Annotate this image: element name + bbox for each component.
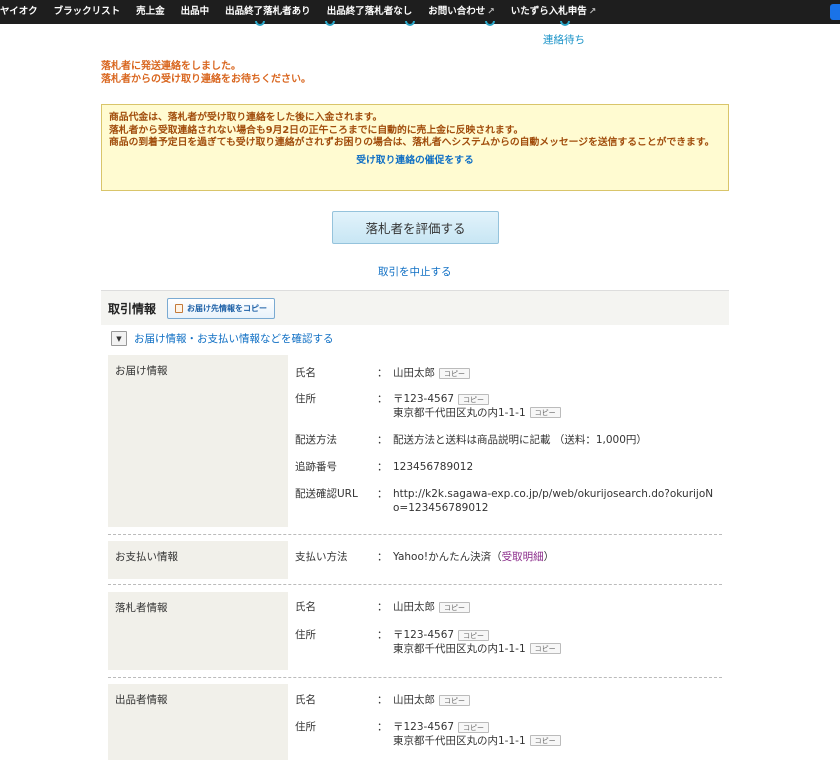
row-colon: ： <box>377 461 388 473</box>
block-label: お支払い情報 <box>108 541 288 579</box>
row-key: 住所 <box>295 393 316 405</box>
divider <box>108 677 722 678</box>
payment-method-value: Yahoo!かんたん決済（ <box>393 551 502 563</box>
progress-step-mark <box>405 21 415 26</box>
address-value: 東京都千代田区丸の内1-1-1 <box>393 406 526 419</box>
payment-info-block: お支払い情報 支払い方法 ： Yahoo!かんたん決済（受取明細） <box>108 541 722 579</box>
progress-step-mark <box>485 21 495 26</box>
nav-contact-label: お問い合わせ <box>428 6 486 17</box>
copy-button[interactable]: コピー <box>439 601 470 613</box>
copy-button[interactable]: コピー <box>529 407 561 418</box>
row-colon: ： <box>377 551 388 563</box>
postal-value: 〒123-4567 <box>393 721 455 733</box>
copy-button[interactable]: コピー <box>529 735 561 746</box>
notice-line: 落札者からの受け取り連絡をお待ちください。 <box>101 74 311 85</box>
progress-step-mark <box>560 21 570 26</box>
row-colon: ： <box>377 629 388 641</box>
row-value: 山田太郎 コピー <box>393 694 723 708</box>
progress-step-mark <box>325 21 335 26</box>
row-key: 支払い方法 <box>295 551 348 563</box>
cancel-trade-link[interactable]: 取引を中止する <box>378 264 452 279</box>
expander-label: お届け情報・お支払い情報などを確認する <box>134 333 334 345</box>
row-value: 〒123-4567 コピー 東京都千代田区丸の内1-1-1 コピー <box>393 721 723 748</box>
external-link-icon: ↗ <box>487 7 495 17</box>
divider <box>108 584 722 585</box>
name-value: 山田太郎 <box>393 367 435 379</box>
row-colon: ： <box>377 393 388 405</box>
nav-item-listing[interactable]: 出品中 <box>173 0 218 24</box>
row-key: 配送方法 <box>295 434 337 446</box>
copy-button[interactable]: コピー <box>439 367 470 379</box>
info-line: 商品の到着予定日を過ぎても受け取り連絡がされずお困りの場合は、落札者へシステムか… <box>109 137 715 148</box>
row-colon: ： <box>377 721 388 733</box>
row-value: 山田太郎 コピー <box>393 367 723 381</box>
row-key: 住所 <box>295 721 316 733</box>
copy-button[interactable]: コピー <box>439 694 470 706</box>
row-key: 氏名 <box>295 694 316 706</box>
address-value: 東京都千代田区丸の内1-1-1 <box>393 642 526 655</box>
row-colon: ： <box>377 434 388 446</box>
row-value: Yahoo!かんたん決済（受取明細） <box>393 551 723 565</box>
row-key: 氏名 <box>295 367 316 379</box>
name-value: 山田太郎 <box>393 601 435 613</box>
postal-value: 〒123-4567 <box>393 393 455 405</box>
copy-button[interactable]: コピー <box>458 393 490 405</box>
block-label: お届け情報 <box>108 355 288 527</box>
side-tab[interactable] <box>830 4 840 20</box>
copy-button[interactable]: コピー <box>458 629 490 641</box>
divider <box>108 534 722 535</box>
section-title: 取引情報 <box>108 301 157 316</box>
copy-shipping-label: お届け先情報をコピー <box>187 303 268 313</box>
info-line: 落札者から受取連絡されない場合も9月2日の正午ころまでに自動的に売上金に反映され… <box>109 124 524 136</box>
row-key: 配送確認URL <box>295 488 358 500</box>
address-value: 東京都千代田区丸の内1-1-1 <box>393 734 526 747</box>
name-value: 山田太郎 <box>393 694 435 706</box>
postal-value: 〒123-4567 <box>393 629 455 641</box>
payment-info-box: 商品代金は、落札者が受け取り連絡をした後に入金されます。 落札者から受取連絡され… <box>101 104 729 191</box>
shipping-method-value: 配送方法と送料は商品説明に記載 （送料：1,000円） <box>393 434 647 446</box>
progress-step-label: 連絡待ち <box>543 34 585 46</box>
progress-steps <box>255 21 575 27</box>
row-colon: ： <box>377 488 388 500</box>
progress-step-mark <box>255 21 265 26</box>
paren-close: ） <box>543 551 555 563</box>
nav-prank-label: いたずら入札申告 <box>510 6 587 17</box>
seller-info-block: 出品者情報 氏名 ： 山田太郎 コピー 住所 ： 〒123-4567 コピー 東京都… <box>108 684 722 760</box>
row-colon: ： <box>377 601 388 613</box>
row-key: 住所 <box>295 629 316 641</box>
row-value: 〒123-4567 コピー 東京都千代田区丸の内1-1-1 コピー <box>393 393 723 420</box>
info-line: 商品代金は、落札者が受け取り連絡をした後に入金されます。 <box>109 112 383 123</box>
tracking-url-value: http://k2k.sagawa-exp.co.jp/p/web/okurij… <box>393 488 714 514</box>
details-expander[interactable]: ▼ お届け情報・お支払い情報などを確認する <box>111 331 334 346</box>
receipt-detail-link[interactable]: 受取明細 <box>502 551 544 563</box>
rate-buyer-button[interactable]: 落札者を評価する <box>332 211 499 244</box>
remind-receipt-link[interactable]: 受け取り連絡の催促をする <box>109 155 721 168</box>
nav-item-yaioku[interactable]: ヤイオク <box>0 0 46 24</box>
clipboard-icon <box>175 303 184 313</box>
row-colon: ： <box>377 694 388 706</box>
copy-button[interactable]: コピー <box>458 721 490 733</box>
row-key: 追跡番号 <box>295 461 337 473</box>
tracking-number-value: 123456789012 <box>393 461 474 473</box>
delivery-info-block: お届け情報 氏名 ： 山田太郎 コピー 住所 ： 〒123-4567 コピー 東京都… <box>108 355 722 527</box>
notice-line: 落札者に発送連絡をしました。 <box>101 61 241 72</box>
row-value: 山田太郎 コピー <box>393 601 723 615</box>
nav-item-sales[interactable]: 売上金 <box>128 0 173 24</box>
row-key: 氏名 <box>295 601 316 613</box>
block-label: 落札者情報 <box>108 592 288 670</box>
external-link-icon: ↗ <box>588 7 597 17</box>
row-value: 〒123-4567 コピー 東京都千代田区丸の内1-1-1 コピー <box>393 629 723 656</box>
buyer-info-block: 落札者情報 氏名 ： 山田太郎 コピー 住所 ： 〒123-4567 コピー 東京都… <box>108 592 722 670</box>
copy-button[interactable]: コピー <box>529 643 561 654</box>
nav-item-blacklist[interactable]: ブラックリスト <box>46 0 129 24</box>
row-colon: ： <box>377 367 388 379</box>
status-notice: 落札者に発送連絡をしました。 落札者からの受け取り連絡をお待ちください。 <box>101 60 311 86</box>
block-label: 出品者情報 <box>108 684 288 760</box>
triangle-down-icon: ▼ <box>111 331 127 346</box>
trade-info-header: 取引情報 お届け先情報をコピー <box>101 290 729 325</box>
copy-shipping-info-button[interactable]: お届け先情報をコピー <box>167 297 276 319</box>
